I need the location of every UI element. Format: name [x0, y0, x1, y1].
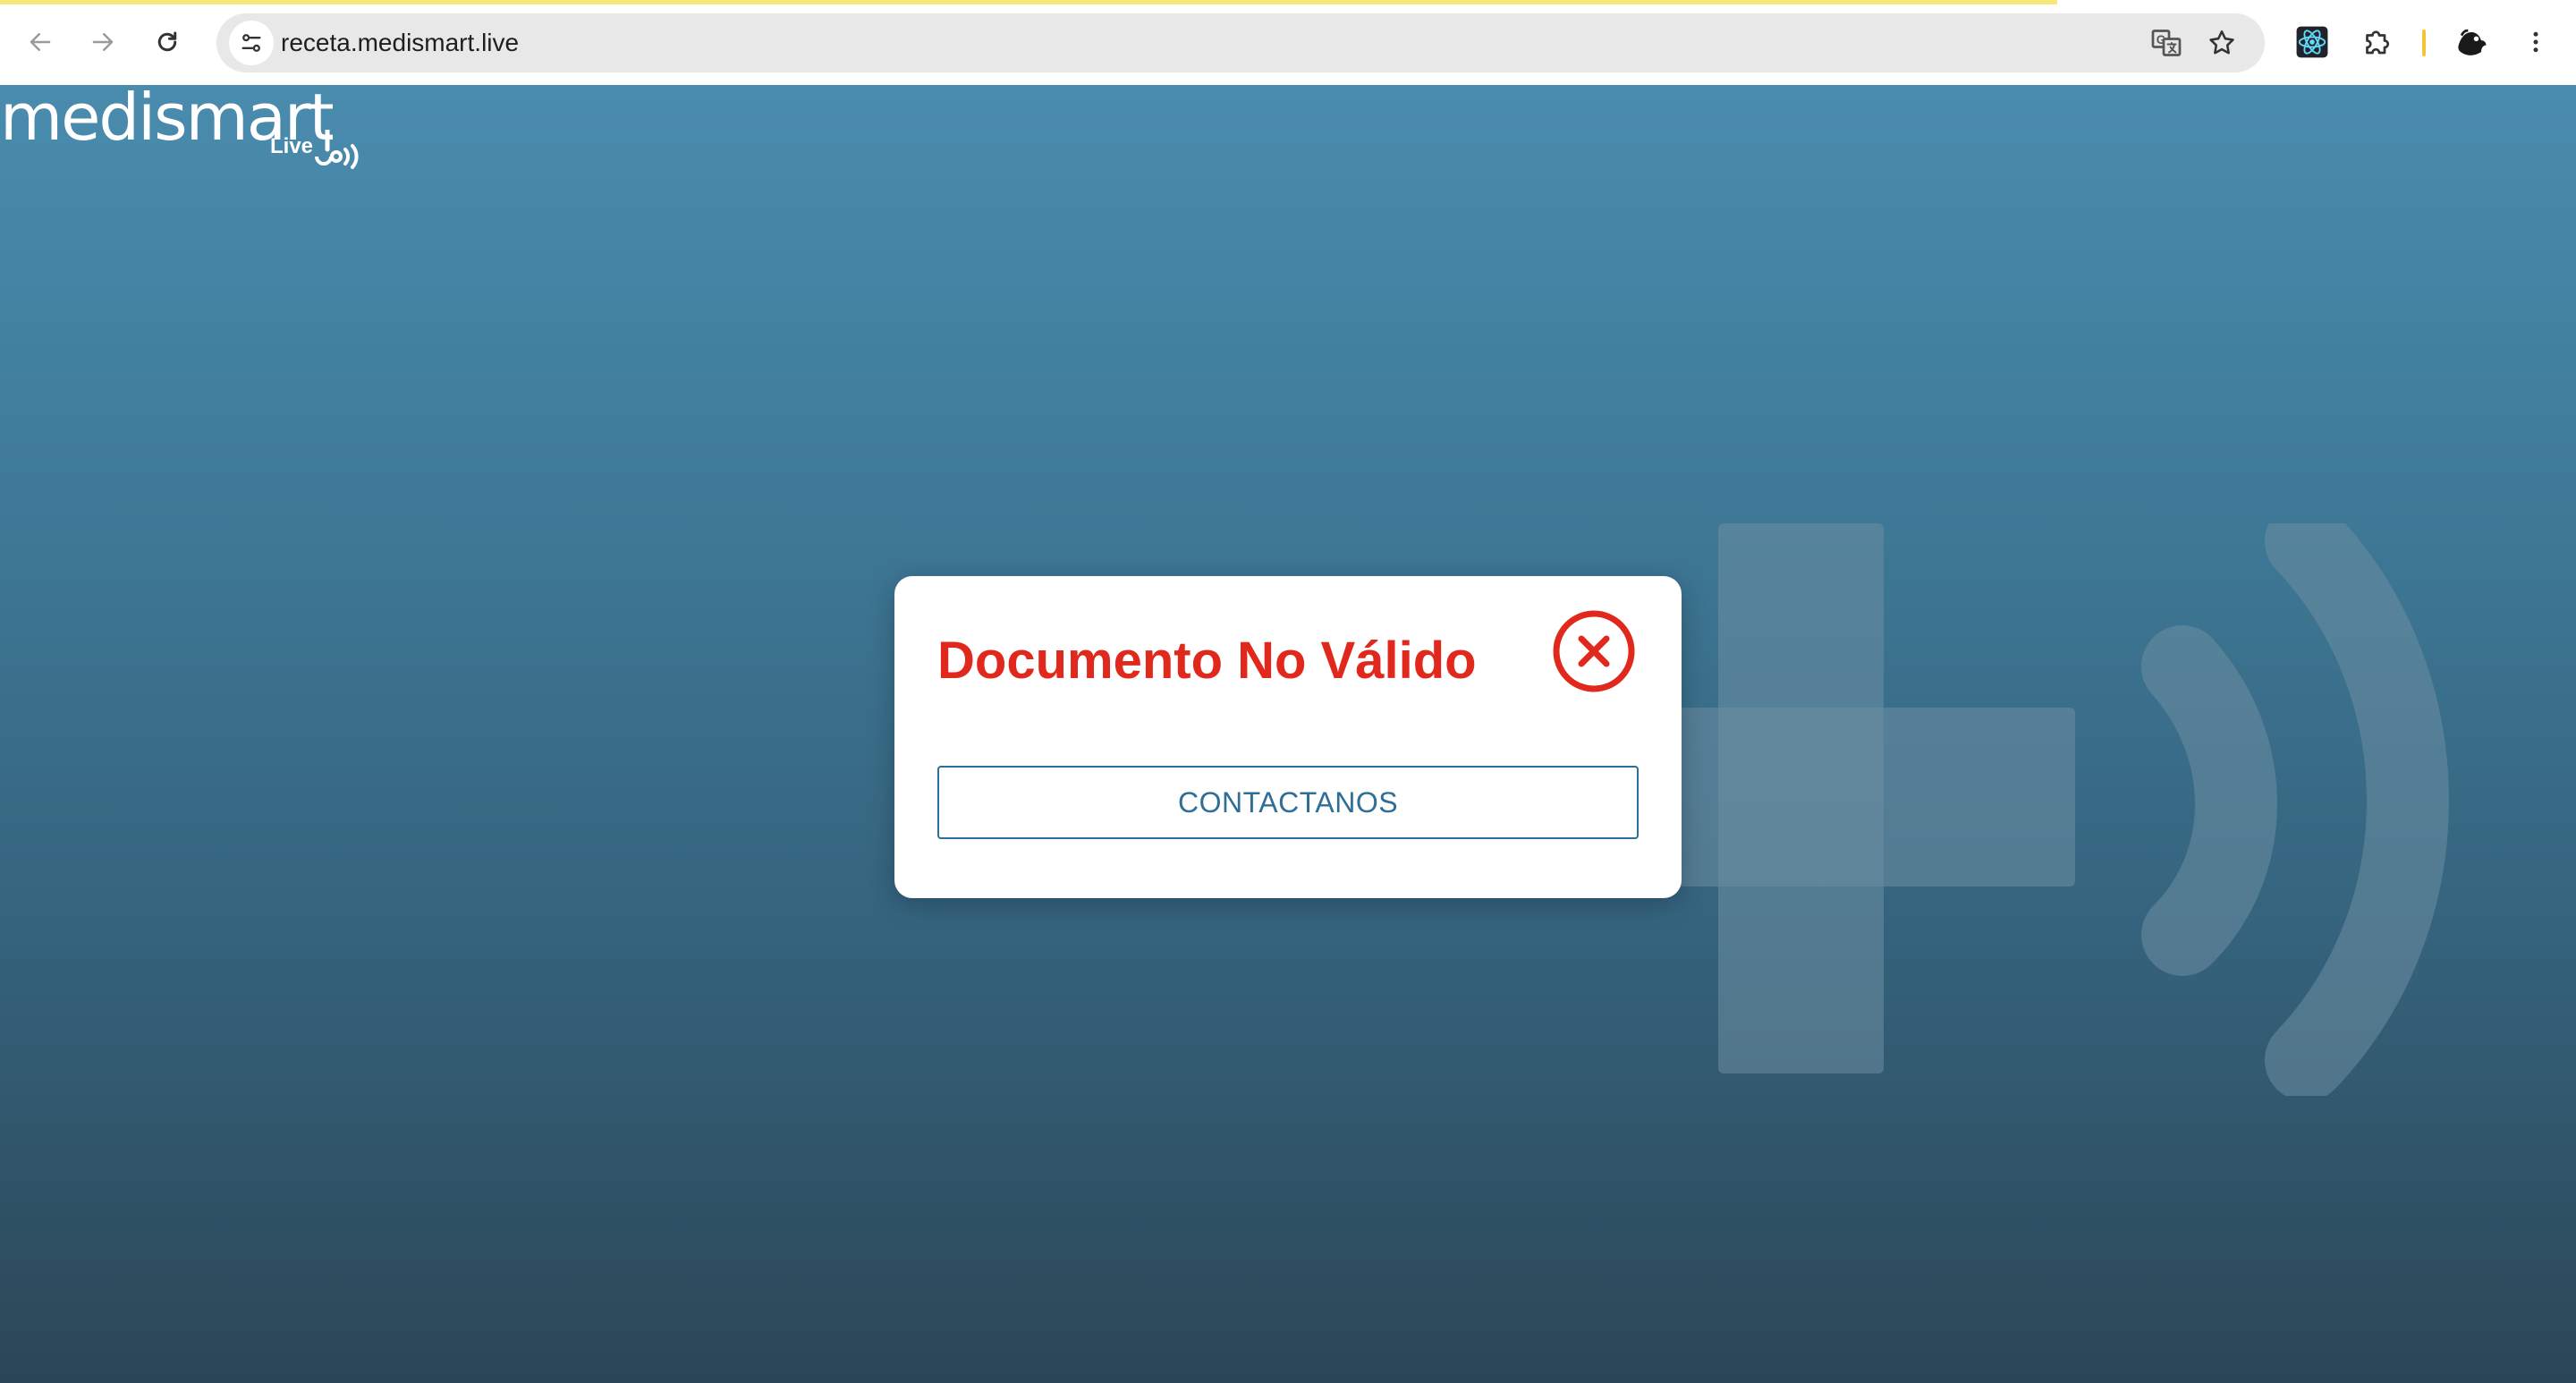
react-devtools-icon: [2296, 26, 2328, 58]
profile-avatar: [2453, 23, 2490, 61]
toolbar-separator: [2422, 30, 2426, 56]
star-icon: [2209, 30, 2234, 55]
react-devtools-button[interactable]: [2292, 21, 2333, 63]
kebab-menu-icon: [2533, 31, 2538, 53]
back-button[interactable]: [18, 20, 63, 64]
forward-button[interactable]: [80, 20, 125, 64]
address-bar[interactable]: receta.medismart.live G: [216, 13, 2265, 72]
site-info-button[interactable]: [229, 21, 274, 65]
browser-toolbar: receta.medismart.live G: [0, 0, 2576, 85]
tune-icon: [242, 34, 261, 52]
url-text[interactable]: receta.medismart.live: [281, 13, 519, 72]
profile-button[interactable]: [2451, 21, 2492, 63]
reload-icon: [157, 31, 177, 52]
extensions-button[interactable]: [2356, 21, 2397, 63]
close-dialog-button[interactable]: [1551, 608, 1637, 694]
translate-icon: G: [2151, 30, 2182, 56]
reload-button[interactable]: [145, 20, 190, 64]
invalid-document-dialog: Documento No Válido CONTACTANOS: [894, 576, 1682, 898]
arrow-left-icon: [30, 33, 51, 51]
puzzle-piece-icon: [2366, 30, 2390, 55]
dialog-title: Documento No Válido: [937, 632, 1477, 690]
broadcast-signal-icon: [315, 130, 359, 169]
bookmark-button[interactable]: [2204, 25, 2240, 61]
medismart-logo[interactable]: medismart Live: [0, 85, 376, 169]
close-circle-icon: [1553, 610, 1635, 692]
browser-menu-button[interactable]: [2515, 21, 2556, 63]
contact-button[interactable]: CONTACTANOS: [937, 766, 1639, 839]
translate-button[interactable]: G: [2148, 25, 2184, 61]
arrow-right-icon: [92, 33, 114, 51]
page-load-progress: [0, 0, 2057, 4]
logo-live-label: Live: [270, 134, 314, 158]
